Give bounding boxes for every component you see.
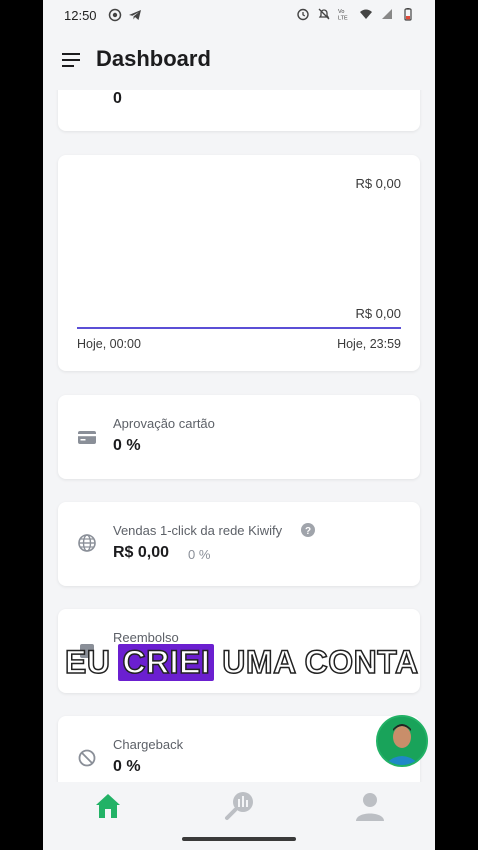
alarm-icon	[297, 8, 309, 21]
globe-icon	[78, 534, 96, 552]
wifi-icon	[360, 9, 372, 19]
svg-text:?: ?	[305, 526, 311, 537]
phone-screen: 12:50 Vo LTE Dashboard 0 R$ 0,00 R$ 0,00…	[43, 0, 435, 850]
oneclick-label: Vendas 1-click da rede Kiwify	[113, 523, 283, 538]
battery-icon	[404, 8, 412, 21]
card-approval-card[interactable]: Aprovação cartão 0 %	[58, 395, 420, 479]
volte-icon: VoLTE	[338, 9, 348, 22]
chart-min-label: R$ 0,00	[355, 306, 401, 321]
gesture-home-bar[interactable]	[182, 837, 296, 841]
avatar[interactable]	[376, 715, 428, 767]
status-bar: 12:50 Vo LTE	[43, 0, 435, 30]
caption-word-1: EU	[64, 643, 111, 681]
credit-card-icon	[78, 431, 96, 444]
telegram-icon	[129, 10, 141, 20]
chart-max-label: R$ 0,00	[355, 176, 401, 191]
page-title: Dashboard	[96, 46, 211, 71]
chart-x-start-label: Hoje, 00:00	[77, 337, 141, 351]
chart-x-end-label: Hoje, 23:59	[337, 337, 401, 351]
help-icon[interactable]: ?	[301, 523, 315, 537]
approval-label: Aprovação cartão	[113, 416, 215, 431]
avatar-face-icon	[378, 717, 426, 765]
reports-icon[interactable]	[223, 790, 255, 822]
sales-chart-card: R$ 0,00 R$ 0,00 Hoje, 00:00 Hoje, 23:59	[58, 155, 420, 371]
mute-icon	[318, 8, 330, 20]
chargeback-card[interactable]: Chargeback 0 %	[58, 716, 420, 782]
approval-value: 0 %	[113, 437, 141, 454]
oneclick-sales-card[interactable]: Vendas 1-click da rede Kiwify ? R$ 0,00 …	[58, 502, 420, 586]
caption-word-4: CONTA	[304, 643, 419, 681]
bottom-nav	[43, 782, 435, 850]
block-icon	[78, 749, 96, 767]
svg-text:LTE: LTE	[338, 16, 348, 22]
top-metric-value: 0	[113, 90, 122, 107]
profile-icon[interactable]	[354, 790, 386, 822]
svg-text:Vo: Vo	[338, 9, 344, 15]
oneclick-percent: 0 %	[188, 547, 211, 562]
hamburger-icon[interactable]	[62, 52, 84, 68]
caption-word-2: CRIEI	[118, 643, 215, 681]
sales-chart	[77, 327, 401, 329]
status-time: 12:50	[64, 8, 97, 23]
app-bar: Dashboard	[43, 30, 435, 90]
chargeback-value: 0 %	[113, 758, 141, 775]
status-left-icons	[108, 8, 142, 22]
video-caption: EU CRIEI UMA CONTA	[64, 641, 419, 683]
oneclick-value: R$ 0,00	[113, 544, 170, 561]
home-icon[interactable]	[92, 790, 124, 822]
caption-word-3: UMA	[222, 643, 297, 681]
record-icon	[108, 8, 122, 22]
status-right-icons: Vo LTE	[296, 7, 415, 21]
signal-icon	[382, 9, 392, 19]
chargeback-label: Chargeback	[113, 737, 184, 752]
top-metric-card: 0	[58, 90, 420, 131]
